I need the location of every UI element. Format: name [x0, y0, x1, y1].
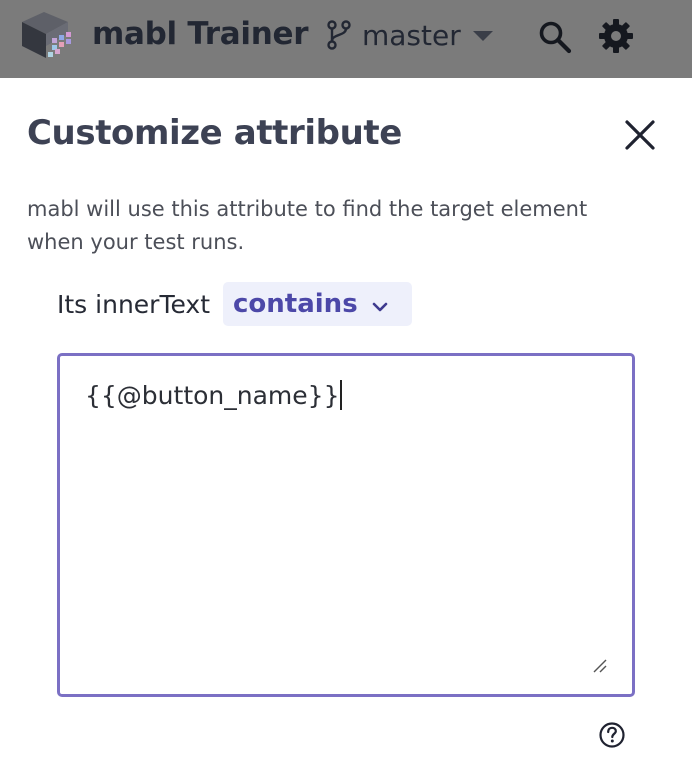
help-icon[interactable] [598, 721, 626, 749]
attribute-value-text: {{@button_name}} [85, 380, 343, 410]
chevron-down-icon [372, 302, 387, 312]
branch-label: master [362, 18, 461, 52]
attribute-row: Its innerText contains [57, 282, 412, 326]
mabl-logo-icon [22, 12, 71, 58]
operator-value: contains [233, 289, 358, 319]
chevron-down-icon [472, 31, 493, 41]
branch-selector[interactable]: master [326, 18, 493, 52]
panel-description: mabl will use this attribute to find the… [27, 197, 588, 254]
gear-icon[interactable] [598, 18, 634, 54]
attribute-value-content: {{@button_name}} [85, 381, 340, 410]
resize-handle-icon[interactable] [592, 658, 608, 674]
top-bar: mabl Trainer master [0, 0, 692, 78]
search-icon[interactable] [538, 20, 572, 54]
branch-icon [327, 20, 351, 50]
operator-dropdown[interactable]: contains [223, 282, 412, 326]
attribute-value-textarea[interactable]: {{@button_name}} [57, 353, 635, 697]
attribute-label: Its innerText [57, 289, 211, 319]
panel-title: Customize attribute [27, 113, 402, 153]
app-title: mabl Trainer [92, 16, 309, 52]
text-caret [340, 380, 343, 410]
close-icon[interactable] [622, 117, 658, 153]
